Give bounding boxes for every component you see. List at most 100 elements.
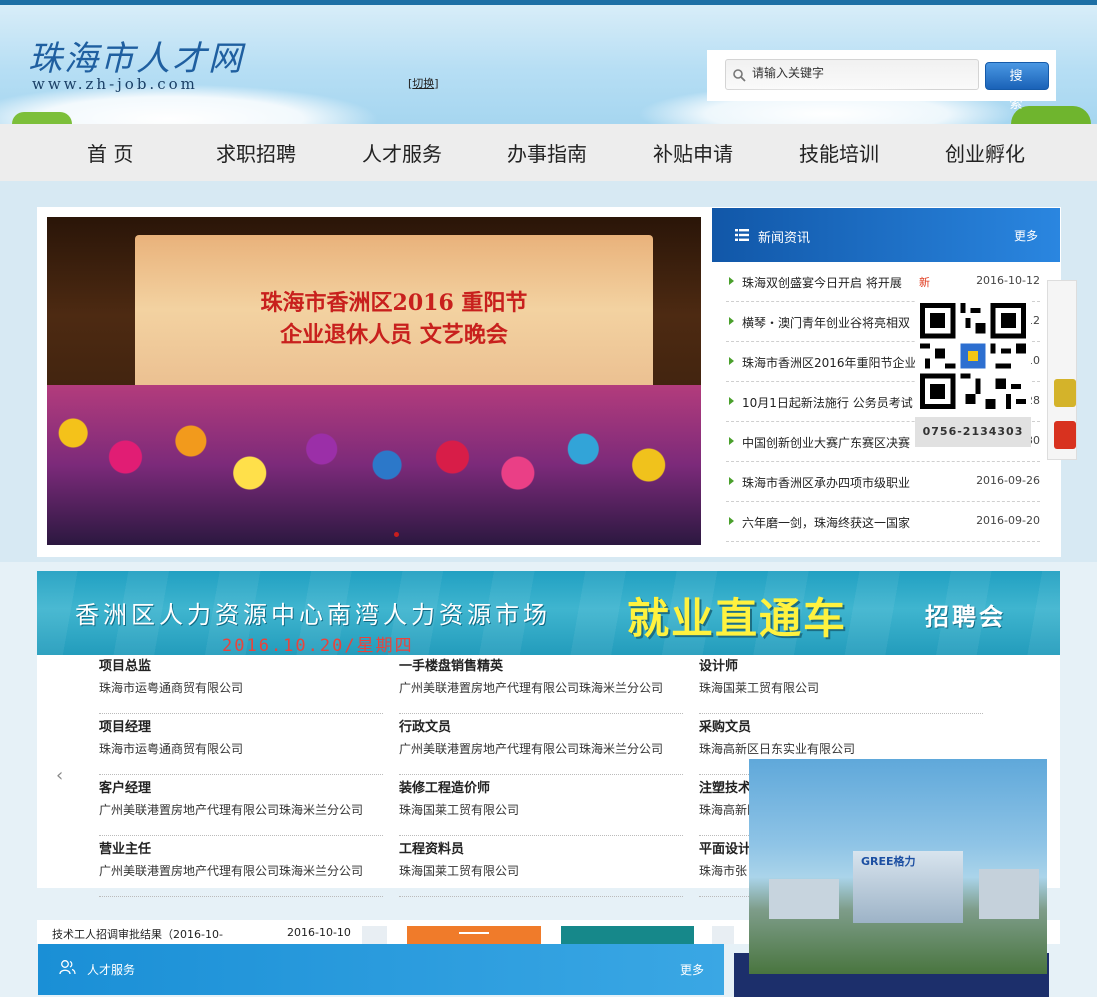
job-company[interactable]: 珠海国莱工贸有限公司	[699, 679, 819, 696]
fair-title: 香洲区人力资源中心南湾人力资源市场	[75, 601, 551, 629]
job-company[interactable]: 珠海国莱工贸有限公司	[399, 862, 519, 879]
search-placeholder: 请输入关键字	[752, 66, 825, 80]
job-company[interactable]: 珠海国莱工贸有限公司	[399, 801, 519, 818]
news-item[interactable]: 珠海市香洲区承办四项市级职业 2016-09-26	[726, 462, 1040, 502]
performers-photo	[47, 385, 701, 545]
news-item-title[interactable]: 珠海市香洲区承办四项市级职业	[742, 474, 910, 491]
bullet-arrow-icon	[729, 277, 734, 285]
news-item-date: 2016-10-12	[976, 274, 1040, 287]
job-company[interactable]: 珠海市张	[699, 862, 747, 879]
job-position[interactable]: 行政文员	[399, 716, 451, 735]
nav-item-talent-service[interactable]: 人才服务	[362, 138, 442, 167]
job-position[interactable]: 项目总监	[99, 655, 151, 674]
news-item-title[interactable]: 横琴・澳门青年创业谷将亮相双	[742, 314, 910, 331]
search-box: 请输入关键字 搜 索	[707, 50, 1056, 112]
notice-link[interactable]: 技术工人招调审批结果（2016-10-	[52, 926, 223, 942]
search-button[interactable]: 搜 索	[985, 62, 1049, 112]
news-header: 新闻资讯 更多	[712, 208, 1060, 262]
nav-item-incubation[interactable]: 创业孵化	[945, 138, 1025, 167]
floating-ad[interactable]: GREE格力	[749, 759, 1047, 974]
job-company[interactable]: 广州美联港置房地产代理有限公司珠海米兰分公司	[399, 679, 663, 696]
job-item[interactable]: 项目总监 珠海市运粤通商贸有限公司	[99, 655, 383, 714]
job-item[interactable]: 营业主任 广州美联港置房地产代理有限公司珠海米兰分公司	[99, 838, 383, 897]
new-badge: 新	[919, 276, 930, 289]
bullet-arrow-icon	[729, 397, 734, 405]
slide-indicator[interactable]	[394, 532, 399, 537]
job-position[interactable]: 营业主任	[99, 838, 151, 857]
job-company[interactable]: 广州美联港置房地产代理有限公司珠海米兰分公司	[99, 862, 363, 879]
news-title: 新闻资讯	[758, 231, 811, 246]
news-item-date: 2016-09-20	[976, 514, 1040, 527]
job-position[interactable]: 装修工程造价师	[399, 777, 490, 796]
job-item[interactable]: 一手楼盘销售精英 广州美联港置房地产代理有限公司珠海米兰分公司	[399, 655, 683, 714]
job-position[interactable]: 注塑技术	[699, 777, 749, 796]
news-item-title[interactable]: 珠海市香洲区2016年重阳节企业	[742, 354, 917, 371]
job-item[interactable]: 平面设计 珠海市张	[699, 838, 749, 897]
job-position[interactable]: 设计师	[699, 655, 738, 674]
banner-headline: 珠海市香洲区2016 重阳节	[260, 290, 528, 316]
job-item[interactable]: 设计师 珠海国莱工贸有限公司	[699, 655, 983, 714]
qr-code-popup: 0756-2134303	[915, 297, 1031, 455]
chevron-left-icon[interactable]: ‹	[56, 765, 63, 786]
news-more-link[interactable]: 更多	[1014, 227, 1038, 244]
job-position[interactable]: 平面设计	[699, 838, 749, 857]
job-company[interactable]: 珠海市运粤通商贸有限公司	[99, 679, 243, 696]
news-item[interactable]: 珠海双创盛宴今日开启 将开展 新 2016-10-12	[726, 262, 1040, 302]
nav-item-jobs[interactable]: 求职招聘	[216, 138, 296, 167]
job-item[interactable]: 客户经理 广州美联港置房地产代理有限公司珠海米兰分公司	[99, 777, 383, 836]
job-item[interactable]: 工程资料员 珠海国莱工贸有限公司	[399, 838, 683, 897]
fair-tag: 招聘会	[925, 603, 1006, 631]
side-tool-icon[interactable]	[1054, 421, 1076, 449]
main-nav: 首 页 求职招聘 人才服务 办事指南 补贴申请 技能培训 创业孵化	[0, 124, 1097, 181]
switch-link[interactable]: 切换	[412, 77, 434, 90]
job-item[interactable]: 注塑技术 珠海高新区	[699, 777, 749, 836]
nav-item-training[interactable]: 技能培训	[799, 138, 879, 167]
site-logo-url: www.zh-job.com	[32, 75, 198, 93]
job-position[interactable]: 项目经理	[99, 716, 151, 735]
job-position[interactable]: 采购文员	[699, 716, 751, 735]
news-item-date: 2016-09-26	[976, 474, 1040, 487]
job-company[interactable]: 广州美联港置房地产代理有限公司珠海米兰分公司	[99, 801, 363, 818]
grass-decoration	[12, 112, 72, 124]
nav-item-guide[interactable]: 办事指南	[507, 138, 587, 167]
job-company[interactable]: 珠海市运粤通商贸有限公司	[99, 740, 243, 757]
news-item[interactable]: 六年磨一剑，珠海终获这一国家 2016-09-20	[726, 502, 1040, 542]
nav-item-home[interactable]: 首 页	[87, 138, 133, 167]
switch-bracket-close: ]	[434, 77, 439, 90]
nav-item-subsidy[interactable]: 补贴申请	[653, 138, 733, 167]
job-item[interactable]: 行政文员 广州美联港置房地产代理有限公司珠海米兰分公司	[399, 716, 683, 775]
bullet-arrow-icon	[729, 317, 734, 325]
job-company[interactable]: 珠海高新区日东实业有限公司	[699, 740, 855, 757]
news-item-title[interactable]: 10月1日起新法施行 公务员考试	[742, 394, 913, 411]
news-item-title[interactable]: 珠海双创盛宴今日开启 将开展	[742, 274, 902, 291]
job-position[interactable]: 工程资料员	[399, 838, 464, 857]
job-item[interactable]: 项目经理 珠海市运粤通商贸有限公司	[99, 716, 383, 775]
service-tile[interactable]	[561, 926, 694, 944]
site-logo-title[interactable]: 珠海市人才网	[28, 31, 244, 80]
job-fair-banner[interactable]: 香洲区人力资源中心南湾人力资源市场 2016.10.20/星期四 就业直通车 招…	[37, 571, 1060, 655]
service-tile[interactable]	[407, 926, 541, 944]
talent-service-title: 人才服务	[87, 963, 136, 977]
search-input[interactable]: 请输入关键字	[725, 59, 979, 90]
bullet-arrow-icon	[729, 517, 734, 525]
bullet-arrow-icon	[729, 437, 734, 445]
service-tile[interactable]	[712, 926, 734, 944]
job-item[interactable]: 装修工程造价师 珠海国莱工贸有限公司	[399, 777, 683, 836]
news-item-title[interactable]: 六年磨一剑，珠海终获这一国家	[742, 514, 910, 531]
news-item-title[interactable]: 中国创新创业大赛广东赛区决赛	[742, 434, 910, 451]
service-tile[interactable]	[362, 926, 387, 944]
job-position[interactable]: 一手楼盘销售精英	[399, 655, 503, 674]
slideshow-image[interactable]: 珠海市香洲区2016 重阳节 企业退休人员 文艺晚会	[47, 217, 701, 545]
factory-building	[769, 879, 839, 919]
job-company[interactable]: 广州美联港置房地产代理有限公司珠海米兰分公司	[399, 740, 663, 757]
search-icon	[733, 69, 746, 82]
side-float-toolbar[interactable]	[1047, 280, 1077, 460]
fair-date: 2016.10.20/星期四	[222, 636, 414, 655]
job-position[interactable]: 客户经理	[99, 777, 151, 796]
side-tool-icon[interactable]	[1054, 379, 1076, 407]
talent-service-header: 人才服务 更多	[38, 944, 724, 995]
gree-logo: GREE格力	[861, 855, 916, 868]
bullet-arrow-icon	[729, 357, 734, 365]
job-company[interactable]: 珠海高新区	[699, 801, 749, 818]
talent-more-link[interactable]: 更多	[680, 961, 704, 978]
